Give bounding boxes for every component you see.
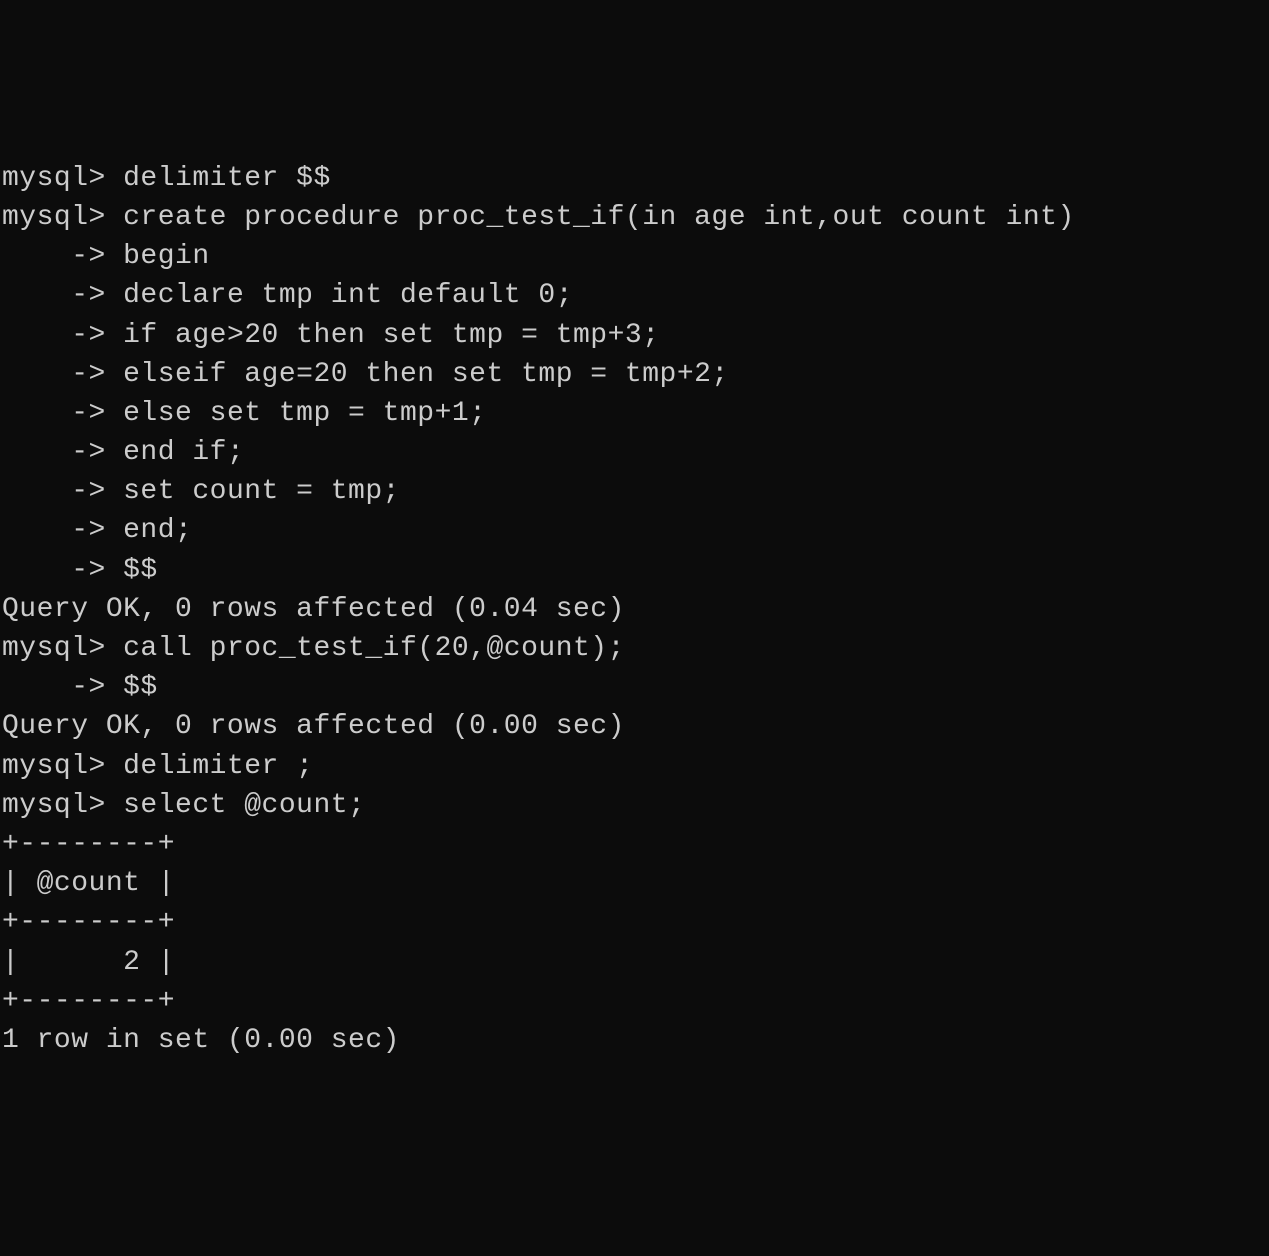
line-text: $$ <box>123 555 158 586</box>
line-text: if age>20 then set tmp = tmp+3; <box>123 320 659 351</box>
prompt: -> <box>2 320 123 351</box>
line-text: select @count; <box>123 790 365 821</box>
terminal-line: Query OK, 0 rows affected (0.00 sec) <box>2 707 1267 746</box>
line-text: | @count | <box>2 868 175 899</box>
line-text: begin <box>123 241 210 272</box>
terminal-line: Query OK, 0 rows affected (0.04 sec) <box>2 590 1267 629</box>
terminal-output[interactable]: mysql> delimiter $$mysql> create procedu… <box>2 159 1267 1060</box>
prompt: -> <box>2 437 123 468</box>
terminal-line: mysql> call proc_test_if(20,@count); <box>2 629 1267 668</box>
terminal-line: | @count | <box>2 864 1267 903</box>
terminal-line: +--------+ <box>2 903 1267 942</box>
line-text: end; <box>123 515 192 546</box>
prompt: -> <box>2 359 123 390</box>
line-text: +--------+ <box>2 829 175 860</box>
prompt: -> <box>2 515 123 546</box>
prompt: mysql> <box>2 202 123 233</box>
terminal-line: -> elseif age=20 then set tmp = tmp+2; <box>2 355 1267 394</box>
prompt: -> <box>2 476 123 507</box>
line-text: elseif age=20 then set tmp = tmp+2; <box>123 359 729 390</box>
terminal-line: -> else set tmp = tmp+1; <box>2 394 1267 433</box>
line-text: delimiter $$ <box>123 163 331 194</box>
prompt: -> <box>2 672 123 703</box>
prompt: mysql> <box>2 633 123 664</box>
line-text: call proc_test_if(20,@count); <box>123 633 625 664</box>
prompt: -> <box>2 398 123 429</box>
prompt: mysql> <box>2 751 123 782</box>
terminal-line: mysql> create procedure proc_test_if(in … <box>2 198 1267 237</box>
terminal-line: -> $$ <box>2 668 1267 707</box>
line-text: 1 row in set (0.00 sec) <box>2 1025 400 1056</box>
line-text: declare tmp int default 0; <box>123 280 573 311</box>
terminal-line: | 2 | <box>2 943 1267 982</box>
terminal-line: mysql> select @count; <box>2 786 1267 825</box>
prompt: -> <box>2 241 123 272</box>
line-text: Query OK, 0 rows affected (0.04 sec) <box>2 594 625 625</box>
terminal-line: -> if age>20 then set tmp = tmp+3; <box>2 316 1267 355</box>
terminal-line: -> end; <box>2 511 1267 550</box>
terminal-line: -> set count = tmp; <box>2 472 1267 511</box>
line-text: set count = tmp; <box>123 476 400 507</box>
line-text: Query OK, 0 rows affected (0.00 sec) <box>2 711 625 742</box>
line-text: end if; <box>123 437 244 468</box>
line-text: | 2 | <box>2 947 175 978</box>
line-text: else set tmp = tmp+1; <box>123 398 486 429</box>
prompt: mysql> <box>2 163 123 194</box>
line-text: $$ <box>123 672 158 703</box>
terminal-line: +--------+ <box>2 825 1267 864</box>
line-text: +--------+ <box>2 907 175 938</box>
terminal-line: -> declare tmp int default 0; <box>2 276 1267 315</box>
terminal-line: mysql> delimiter $$ <box>2 159 1267 198</box>
terminal-line: mysql> delimiter ; <box>2 747 1267 786</box>
terminal-line: -> begin <box>2 237 1267 276</box>
line-text: +--------+ <box>2 986 175 1017</box>
prompt: -> <box>2 555 123 586</box>
terminal-line: +--------+ <box>2 982 1267 1021</box>
terminal-line: 1 row in set (0.00 sec) <box>2 1021 1267 1060</box>
line-text: delimiter ; <box>123 751 313 782</box>
prompt: mysql> <box>2 790 123 821</box>
terminal-line: -> $$ <box>2 551 1267 590</box>
prompt: -> <box>2 280 123 311</box>
line-text: create procedure proc_test_if(in age int… <box>123 202 1075 233</box>
terminal-line: -> end if; <box>2 433 1267 472</box>
